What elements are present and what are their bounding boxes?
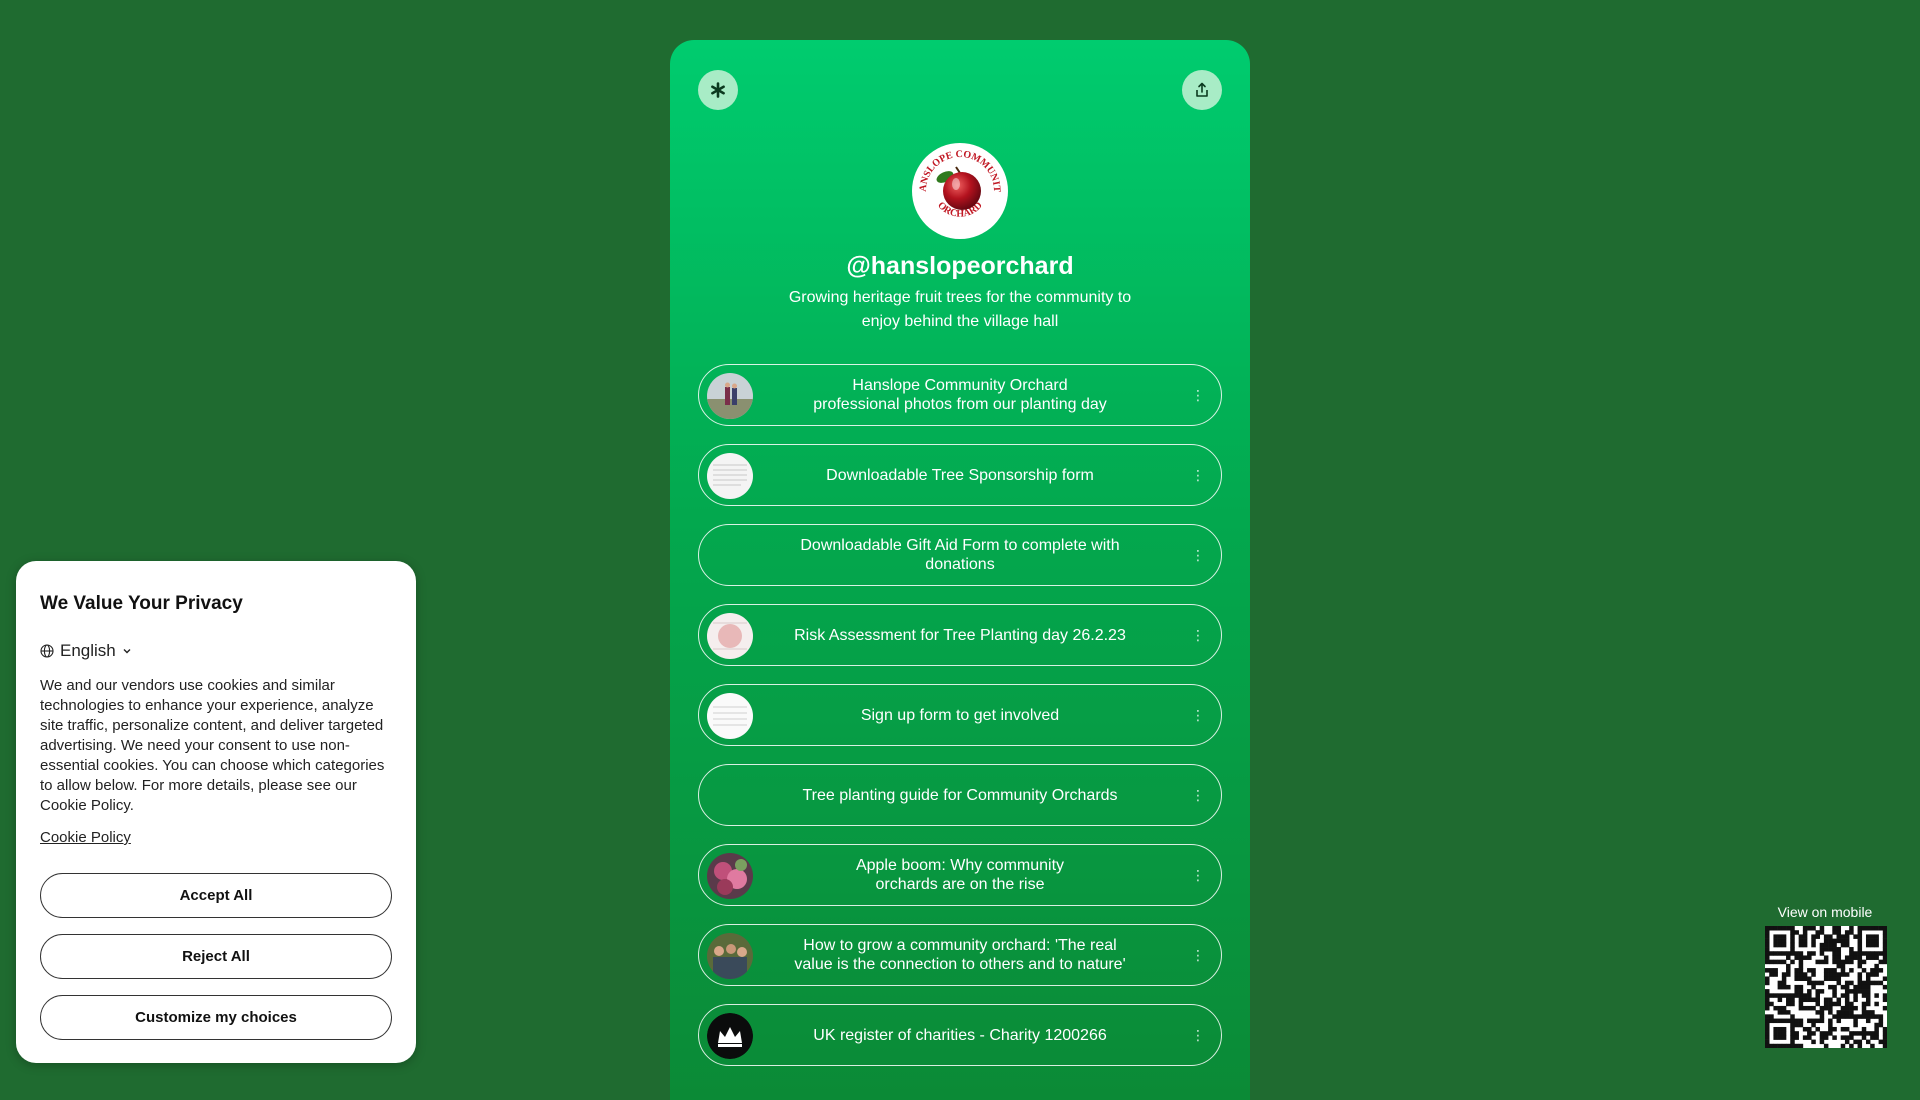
link-planting-guide[interactable]: Tree planting guide for Community Orchar… [698, 764, 1222, 826]
profile-handle: @hanslopeorchard [846, 252, 1074, 280]
more-options-icon[interactable]: ⋮ [1191, 548, 1205, 562]
share-button[interactable] [1182, 70, 1222, 110]
qr-code-icon[interactable] [1765, 926, 1888, 1049]
link-label: UK register of charities - Charity 12002… [813, 1026, 1107, 1044]
links-list: Hanslope Community Orchard professional … [698, 364, 1222, 1084]
more-options-icon[interactable]: ⋮ [1191, 628, 1205, 642]
link-risk-assessment[interactable]: Risk Assessment for Tree Planting day 26… [698, 604, 1222, 666]
more-options-icon[interactable]: ⋮ [1191, 788, 1205, 802]
link-photos[interactable]: Hanslope Community Orchard professional … [698, 364, 1222, 426]
more-options-icon[interactable]: ⋮ [1191, 708, 1205, 722]
customize-choices-button[interactable]: Customize my choices [40, 995, 392, 1040]
linktree-logo-button[interactable] [698, 70, 738, 110]
qr-label: View on mobile [1777, 904, 1873, 920]
cookie-policy-link[interactable]: Cookie Policy [40, 829, 131, 846]
language-label: English [60, 641, 116, 660]
link-signup-form[interactable]: Sign up form to get involved ⋮ [698, 684, 1222, 746]
profile-card: HANSLOPE COMMUNITY ORCHARD @hanslopeorch… [670, 40, 1250, 1100]
orchard-logo-avatar: HANSLOPE COMMUNITY ORCHARD [912, 143, 1008, 239]
link-thumbnail-document [707, 693, 753, 739]
globe-icon [40, 644, 54, 658]
accept-all-button[interactable]: Accept All [40, 873, 392, 918]
link-thumbnail-document [707, 613, 753, 659]
more-options-icon[interactable]: ⋮ [1191, 1028, 1205, 1042]
more-options-icon[interactable]: ⋮ [1191, 868, 1205, 882]
link-label: Risk Assessment for Tree Planting day 26… [794, 626, 1126, 644]
more-options-icon[interactable]: ⋮ [1191, 468, 1205, 482]
link-sponsorship-form[interactable]: Downloadable Tree Sponsorship form ⋮ [698, 444, 1222, 506]
language-selector[interactable]: English [40, 641, 132, 661]
link-label: How to grow a community orchard: 'The re… [794, 937, 1126, 973]
link-label: Tree planting guide for Community Orchar… [802, 786, 1118, 804]
link-label: Downloadable Gift Aid Form to complete w… [800, 537, 1120, 573]
crown-icon [707, 1013, 753, 1059]
chevron-down-icon [123, 649, 131, 654]
more-options-icon[interactable]: ⋮ [1191, 948, 1205, 962]
link-apple-boom-article[interactable]: Apple boom: Why community orchards are o… [698, 844, 1222, 906]
link-label: Downloadable Tree Sponsorship form [826, 466, 1094, 484]
link-label: Apple boom: Why community orchards are o… [855, 857, 1065, 893]
more-options-icon[interactable]: ⋮ [1191, 388, 1205, 402]
link-thumbnail-document [707, 453, 753, 499]
cookie-description: We and our vendors use cookies and simil… [40, 677, 385, 814]
cookie-consent-dialog: We Value Your Privacy English We and our… [16, 561, 416, 1063]
profile-bio: Growing heritage fruit trees for the com… [788, 289, 1132, 330]
link-label: Sign up form to get involved [860, 706, 1060, 724]
link-charity-register[interactable]: UK register of charities - Charity 12002… [698, 1004, 1222, 1066]
asterisk-icon [711, 82, 725, 98]
reject-all-button[interactable]: Reject All [40, 934, 392, 979]
link-thumbnail-apples [707, 853, 753, 899]
cookie-dialog-title: We Value Your Privacy [40, 593, 243, 614]
link-thumbnail-photo [707, 373, 753, 419]
link-how-to-grow-article[interactable]: How to grow a community orchard: 'The re… [698, 924, 1222, 986]
qr-panel: View on mobile [1762, 904, 1892, 1049]
link-gift-aid-form[interactable]: Downloadable Gift Aid Form to complete w… [698, 524, 1222, 586]
link-label: Hanslope Community Orchard professional … [813, 377, 1107, 413]
share-icon [1196, 82, 1208, 97]
link-thumbnail-group-photo [707, 933, 753, 979]
